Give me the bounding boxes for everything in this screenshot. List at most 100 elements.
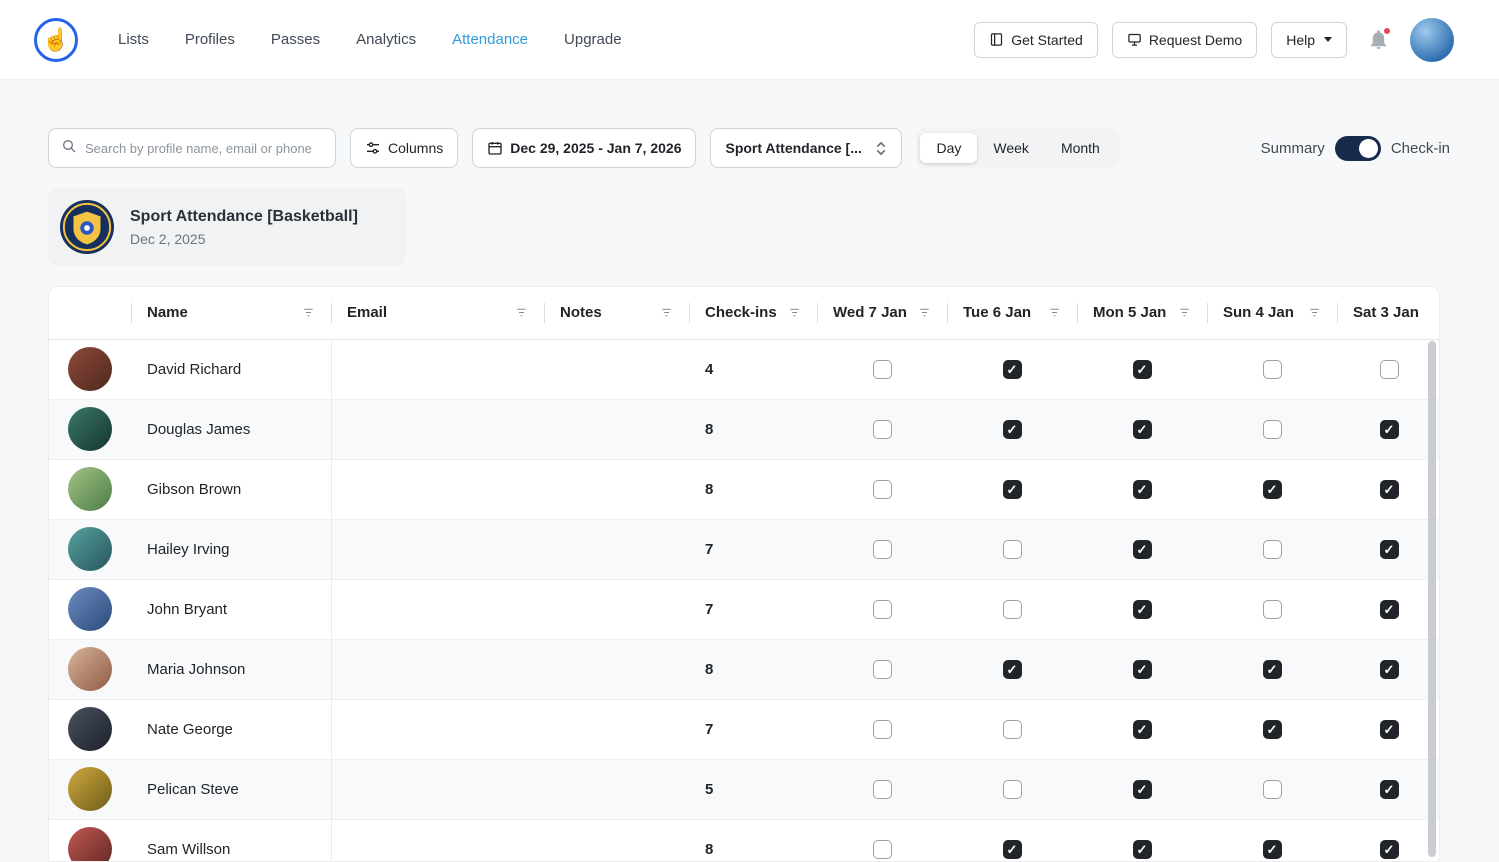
attendance-checkbox[interactable] <box>1380 600 1399 619</box>
attendance-checkbox[interactable] <box>1380 780 1399 799</box>
attendance-checkbox[interactable] <box>1133 480 1152 499</box>
attendance-checkbox[interactable] <box>1003 840 1022 859</box>
attendance-checkbox[interactable] <box>1003 780 1022 799</box>
attendance-checkbox[interactable] <box>1133 600 1152 619</box>
nav-item-upgrade[interactable]: Upgrade <box>564 31 622 48</box>
attendance-checkbox[interactable] <box>873 480 892 499</box>
profile-name[interactable]: John Bryant <box>131 579 331 639</box>
profile-name[interactable]: Douglas James <box>131 399 331 459</box>
attendance-checkbox[interactable] <box>1380 480 1399 499</box>
attendance-checkbox[interactable] <box>1263 480 1282 499</box>
attendance-checkbox[interactable] <box>1133 840 1152 859</box>
attendance-checkbox[interactable] <box>873 660 892 679</box>
attendance-checkbox[interactable] <box>873 360 892 379</box>
checkins-count: 8 <box>705 661 713 678</box>
attendance-checkbox[interactable] <box>873 540 892 559</box>
attendance-checkbox[interactable] <box>1133 420 1152 439</box>
profile-name[interactable]: David Richard <box>131 339 331 399</box>
profile-name[interactable]: Hailey Irving <box>131 519 331 579</box>
filter-icon[interactable] <box>1048 306 1061 319</box>
nav-item-lists[interactable]: Lists <box>118 31 149 48</box>
event-select[interactable]: Sport Attendance [... <box>710 128 902 168</box>
filter-icon[interactable] <box>788 306 801 319</box>
profile-avatar[interactable] <box>68 707 112 751</box>
profile-avatar[interactable] <box>68 347 112 391</box>
columns-button[interactable]: Columns <box>350 128 458 168</box>
help-button[interactable]: Help <box>1271 22 1347 58</box>
view-option-month[interactable]: Month <box>1045 133 1116 163</box>
attendance-checkbox[interactable] <box>1263 720 1282 739</box>
date-range-button[interactable]: Dec 29, 2025 - Jan 7, 2026 <box>472 128 696 168</box>
nav-item-attendance[interactable]: Attendance <box>452 31 528 48</box>
attendance-checkbox[interactable] <box>873 600 892 619</box>
attendance-checkbox[interactable] <box>1263 360 1282 379</box>
profile-avatar[interactable] <box>68 527 112 571</box>
profile-name[interactable]: Nate George <box>131 699 331 759</box>
attendance-checkbox[interactable] <box>1003 360 1022 379</box>
filter-icon[interactable] <box>1178 306 1191 319</box>
attendance-checkbox[interactable] <box>873 420 892 439</box>
attendance-checkbox[interactable] <box>873 720 892 739</box>
attendance-checkbox[interactable] <box>1263 540 1282 559</box>
attendance-checkbox[interactable] <box>1380 720 1399 739</box>
column-header-name: Name <box>131 287 331 339</box>
user-avatar[interactable] <box>1410 18 1454 62</box>
attendance-checkbox[interactable] <box>1133 780 1152 799</box>
attendance-checkbox[interactable] <box>1003 540 1022 559</box>
filter-icon[interactable] <box>660 306 673 319</box>
attendance-checkbox[interactable] <box>1263 600 1282 619</box>
attendance-checkbox[interactable] <box>1003 420 1022 439</box>
attendance-checkbox[interactable] <box>1380 420 1399 439</box>
filter-icon[interactable] <box>1308 306 1321 319</box>
filter-icon[interactable] <box>918 306 931 319</box>
profile-name[interactable]: Maria Johnson <box>131 639 331 699</box>
column-header-check-ins: Check-ins <box>689 287 817 339</box>
profile-notes <box>544 399 689 459</box>
request-demo-button[interactable]: Request Demo <box>1112 22 1257 58</box>
filter-icon[interactable] <box>302 306 315 319</box>
attendance-checkbox[interactable] <box>873 780 892 799</box>
attendance-checkbox[interactable] <box>1380 540 1399 559</box>
attendance-checkbox[interactable] <box>1133 720 1152 739</box>
attendance-checkbox[interactable] <box>1263 660 1282 679</box>
attendance-checkbox[interactable] <box>1003 660 1022 679</box>
attendance-checkbox[interactable] <box>1380 840 1399 859</box>
filter-icon[interactable] <box>515 306 528 319</box>
vertical-scrollbar[interactable] <box>1428 341 1436 857</box>
profile-avatar[interactable] <box>68 407 112 451</box>
caret-down-icon <box>1324 37 1332 42</box>
attendance-checkbox[interactable] <box>1133 360 1152 379</box>
nav-item-analytics[interactable]: Analytics <box>356 31 416 48</box>
app-logo[interactable]: ☝ <box>34 18 78 62</box>
attendance-checkbox[interactable] <box>873 840 892 859</box>
profile-name[interactable]: Gibson Brown <box>131 459 331 519</box>
nav-item-passes[interactable]: Passes <box>271 31 320 48</box>
navbar: ☝ Lists Profiles Passes Analytics Attendance… <box>0 0 1499 80</box>
profile-avatar[interactable] <box>68 767 112 811</box>
search-input[interactable] <box>85 141 323 156</box>
profile-avatar[interactable] <box>68 827 112 862</box>
profile-name[interactable]: Sam Willson <box>131 819 331 862</box>
profile-avatar[interactable] <box>68 467 112 511</box>
summary-checkin-toggle[interactable] <box>1335 136 1381 161</box>
attendance-checkbox[interactable] <box>1003 720 1022 739</box>
attendance-checkbox[interactable] <box>1263 420 1282 439</box>
profile-name[interactable]: Pelican Steve <box>131 759 331 819</box>
get-started-button[interactable]: Get Started <box>974 22 1098 58</box>
profile-email <box>331 459 544 519</box>
notifications-bell-icon[interactable] <box>1367 28 1390 51</box>
attendance-checkbox[interactable] <box>1003 600 1022 619</box>
attendance-checkbox[interactable] <box>1380 360 1399 379</box>
view-option-day[interactable]: Day <box>920 133 977 163</box>
navbar-actions: Get Started Request Demo Help <box>974 18 1454 62</box>
nav-item-profiles[interactable]: Profiles <box>185 31 235 48</box>
attendance-checkbox[interactable] <box>1380 660 1399 679</box>
view-option-week[interactable]: Week <box>977 133 1045 163</box>
attendance-checkbox[interactable] <box>1003 480 1022 499</box>
attendance-checkbox[interactable] <box>1133 660 1152 679</box>
profile-avatar[interactable] <box>68 587 112 631</box>
attendance-checkbox[interactable] <box>1133 540 1152 559</box>
attendance-checkbox[interactable] <box>1263 780 1282 799</box>
profile-avatar[interactable] <box>68 647 112 691</box>
attendance-checkbox[interactable] <box>1263 840 1282 859</box>
